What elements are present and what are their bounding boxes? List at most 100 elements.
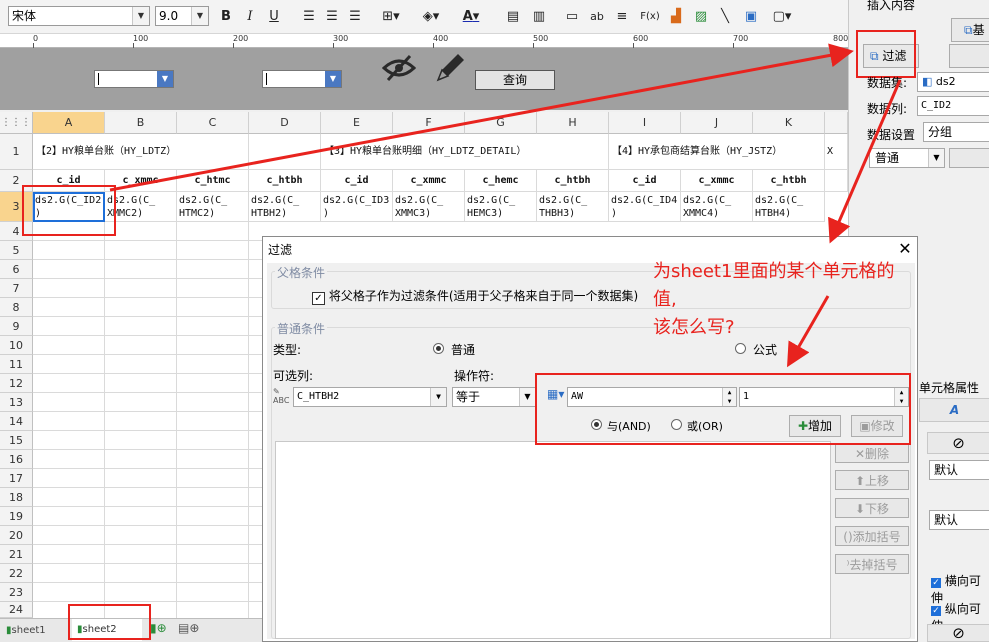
row-header[interactable]: 22 xyxy=(0,564,33,583)
edit-pencil-icon[interactable] xyxy=(434,52,466,84)
font-props-button[interactable]: A xyxy=(919,398,989,422)
mode-side-button[interactable] xyxy=(949,148,989,168)
cell-header[interactable]: c_xmmc xyxy=(393,170,465,192)
slash-icon[interactable]: ╲ xyxy=(716,8,734,26)
cell-header[interactable]: c_id xyxy=(609,170,681,192)
side-button[interactable] xyxy=(949,44,989,68)
type-formula-radio[interactable] xyxy=(735,343,746,354)
select-all-corner[interactable]: ⋮⋮⋮ xyxy=(0,112,33,134)
column-header[interactable]: I xyxy=(609,112,681,134)
row-header[interactable]: 15 xyxy=(0,431,33,450)
dataset-settings-select[interactable]: 分组 xyxy=(923,122,989,142)
sheet-tab-sheet1[interactable]: ▮sheet1 xyxy=(6,621,60,640)
column-header[interactable]: C xyxy=(177,112,249,134)
row-header[interactable]: 14 xyxy=(0,412,33,431)
formula-button[interactable]: F(x) xyxy=(638,8,662,26)
datacol-field[interactable]: C_ID2 xyxy=(917,96,989,116)
image-icon[interactable]: ▨ xyxy=(692,8,710,26)
insert-cell-icon[interactable]: ▭ xyxy=(563,8,581,26)
border-icon[interactable]: ⊞▾ xyxy=(378,8,404,26)
cell-formula[interactable]: ds2.G(C_ XMMC4) xyxy=(681,192,753,222)
default-select-1[interactable]: 默认 xyxy=(929,460,989,480)
row-header[interactable]: 12 xyxy=(0,374,33,393)
bold-button[interactable]: B xyxy=(218,8,234,26)
split-icon[interactable]: ▥ xyxy=(530,8,548,26)
remove-bracket-button[interactable]: ⁾去掉括号 xyxy=(835,554,909,574)
more-icon[interactable]: ▢▾ xyxy=(768,8,796,26)
cell-header[interactable]: c_xmmc xyxy=(681,170,753,192)
cell-formula[interactable]: ds2.G(C_ HTBH2) xyxy=(249,192,321,222)
delete-button[interactable]: ✕删除 xyxy=(835,443,909,463)
row-header[interactable]: 13 xyxy=(0,393,33,412)
conditions-list[interactable] xyxy=(275,441,831,639)
row-header[interactable]: 6 xyxy=(0,260,33,279)
cell-l1[interactable]: X xyxy=(825,134,848,170)
add-dashboard-icon[interactable]: ▤⊕ xyxy=(178,621,200,639)
column-header[interactable]: B xyxy=(105,112,177,134)
column-header[interactable]: E xyxy=(321,112,393,134)
column-header[interactable]: F xyxy=(393,112,465,134)
cell-i1-title[interactable]: 【4】HY承包商结算台账（HY_JSTZ） xyxy=(609,134,825,170)
fill-color-icon[interactable]: ◈▾ xyxy=(418,8,444,26)
hide-eye-icon[interactable] xyxy=(382,54,416,82)
underline-button[interactable]: U xyxy=(266,8,282,26)
cell-formula[interactable]: ds2.G(C_ HTMC2) xyxy=(177,192,249,222)
column-header[interactable]: H xyxy=(537,112,609,134)
row-header[interactable]: 21 xyxy=(0,545,33,564)
dataset-field[interactable]: ◧ ds2 xyxy=(917,72,989,92)
prohibit-icon[interactable]: ⊘ xyxy=(927,432,989,454)
chevron-down-icon[interactable]: ▼ xyxy=(191,7,208,25)
subreport-icon[interactable]: ▣ xyxy=(742,8,760,26)
row-header[interactable]: 18 xyxy=(0,488,33,507)
cell-formula[interactable]: ds2.G(C_ID4) xyxy=(609,192,681,222)
font-size-select[interactable]: 9.0 ▼ xyxy=(155,6,209,26)
operator-select[interactable]: 等于 ▼ xyxy=(452,387,536,407)
cell-header[interactable]: c_id xyxy=(321,170,393,192)
cell-l2[interactable] xyxy=(825,170,848,192)
cell-header[interactable]: c_hemc xyxy=(465,170,537,192)
param-combo-1[interactable]: ▼ xyxy=(94,70,174,88)
text-cell-button[interactable]: ab xyxy=(586,8,608,26)
chevron-down-icon[interactable]: ▼ xyxy=(157,71,173,87)
cell-a1-title[interactable]: 【2】HY粮单台账（HY_LDTZ） xyxy=(33,134,249,170)
merge-icon[interactable]: ▤ xyxy=(504,8,522,26)
row-header[interactable]: 20 xyxy=(0,526,33,545)
close-icon[interactable]: ✕ xyxy=(895,239,915,259)
add-sheet-icon[interactable]: ▮⊕ xyxy=(150,621,170,639)
cell-e1-title[interactable]: 【3】HY粮单台账明细（HY_LDTZ_DETAIL） xyxy=(321,134,609,170)
row-header[interactable]: 9 xyxy=(0,317,33,336)
type-normal-radio[interactable] xyxy=(433,343,444,354)
cell-header[interactable]: c_htbh xyxy=(537,170,609,192)
cell-formula[interactable]: ds2.G(C_ HEMC3) xyxy=(465,192,537,222)
cell-header[interactable]: c_htbh xyxy=(249,170,321,192)
row-header[interactable]: 10 xyxy=(0,336,33,355)
row-header[interactable]: 19 xyxy=(0,507,33,526)
cell-formula[interactable]: ds2.G(C_ THBH3) xyxy=(537,192,609,222)
row-header[interactable]: 1 xyxy=(0,134,33,170)
row-header[interactable]: 5 xyxy=(0,241,33,260)
mode-select[interactable]: 普通 ▼ xyxy=(869,148,945,168)
row-header[interactable]: 11 xyxy=(0,355,33,374)
cell-header[interactable]: c_htbh xyxy=(753,170,825,192)
row-header[interactable]: 8 xyxy=(0,298,33,317)
paragraph-icon[interactable]: ≡ xyxy=(613,8,631,26)
chevron-down-icon[interactable]: ▼ xyxy=(132,7,149,25)
default-select-2[interactable]: 默认 xyxy=(929,510,989,530)
text-color-button[interactable]: A▾ xyxy=(456,8,486,26)
row-header[interactable]: 16 xyxy=(0,450,33,469)
chart-icon[interactable]: ▟ xyxy=(667,8,685,26)
chevron-down-icon[interactable]: ▼ xyxy=(430,388,446,406)
align-center-icon[interactable]: ☰ xyxy=(323,8,341,26)
row-header[interactable]: 7 xyxy=(0,279,33,298)
cell-formula[interactable]: ds2.G(C_ HTBH4) xyxy=(753,192,825,222)
cell-formula[interactable]: ds2.G(C_ XMMC3) xyxy=(393,192,465,222)
query-button[interactable]: 查询 xyxy=(475,70,555,90)
add-bracket-button[interactable]: ()添加括号 xyxy=(835,526,909,546)
param-combo-2[interactable]: ▼ xyxy=(262,70,342,88)
column-header[interactable]: K xyxy=(753,112,825,134)
column-header[interactable]: J xyxy=(681,112,753,134)
align-left-icon[interactable]: ☰ xyxy=(300,8,318,26)
vertical-expand-checkbox[interactable]: ✓ 纵向可伸 xyxy=(931,600,989,633)
cell-header[interactable]: c_htmc xyxy=(177,170,249,192)
column-header[interactable]: A xyxy=(33,112,105,134)
